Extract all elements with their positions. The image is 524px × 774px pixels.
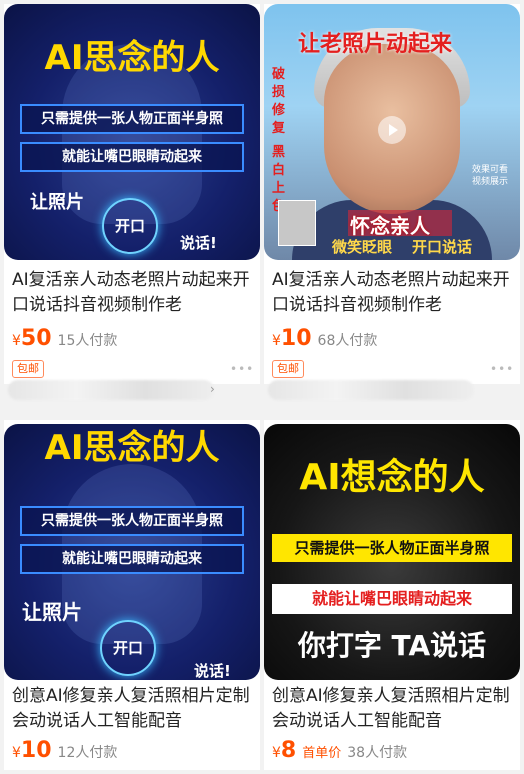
thumb-watermark: 效果可看视频展示: [472, 165, 509, 187]
product-price: 10: [280, 326, 312, 351]
product-card-4[interactable]: AI想念的人 只需提供一张人物正面半身照 就能让嘴巴眼睛动起来 你打字 TA说话…: [264, 420, 520, 770]
thumb-bottom-text: 你打字 TA说话: [297, 629, 487, 662]
product-title[interactable]: 创意AI修复亲人复活照相片定制会动说话人工智能配音: [12, 684, 256, 734]
thumb-banner-1: 只需提供一张人物正面半身照: [20, 506, 244, 536]
product-card-3[interactable]: AI思念的人 只需提供一张人物正面半身照 就能让嘴巴眼睛动起来 让照片 开口 说…: [4, 420, 260, 770]
currency-symbol: ¥: [272, 745, 281, 761]
play-icon[interactable]: [378, 116, 406, 144]
free-shipping-badge: 包邮: [272, 360, 304, 378]
thumb-banner-2: 就能让嘴巴眼睛动起来: [20, 142, 244, 172]
product-thumbnail[interactable]: AI思念的人 只需提供一张人物正面半身照 就能让嘴巴眼睛动起来 让照片 开口 说…: [4, 4, 260, 260]
thumb-headline: AI思念的人: [44, 428, 220, 468]
original-photo-inset: [278, 200, 316, 246]
first-order-tag: 首单价: [302, 746, 342, 761]
product-card-1[interactable]: AI思念的人 只需提供一张人物正面半身照 就能让嘴巴眼睛动起来 让照片 开口 说…: [4, 4, 260, 384]
product-title[interactable]: AI复活亲人动态老照片动起来开口说话抖音视频制作老: [12, 268, 256, 318]
paid-count: 38人付款: [347, 745, 408, 761]
product-price: 10: [20, 738, 52, 763]
thumb-banner-2: 就能让嘴巴眼睛动起来: [20, 544, 244, 574]
paid-count: 15人付款: [57, 333, 118, 349]
thumb-side-1: 破损修复: [272, 67, 286, 136]
ellipsis-icon[interactable]: •••: [230, 362, 254, 376]
thumb-ring: 开口: [102, 198, 158, 254]
chevron-right-icon[interactable]: ›: [210, 382, 215, 396]
product-card-2[interactable]: 让老照片动起来 破损修复 黑白上色 怀念亲人 微笑眨眼 开口说话 效果可看视频展…: [264, 4, 520, 384]
paid-count: 68人付款: [317, 333, 378, 349]
product-price: 8: [280, 738, 297, 763]
thumb-bottom-left: 微笑眨眼: [332, 238, 393, 256]
thumb-headline: 让老照片动起来: [298, 32, 453, 57]
product-thumbnail[interactable]: 让老照片动起来 破损修复 黑白上色 怀念亲人 微笑眨眼 开口说话 效果可看视频展…: [264, 4, 520, 260]
thumb-right-text: 说话!: [180, 234, 217, 252]
thumb-caption: 怀念亲人: [350, 214, 430, 238]
product-thumbnail[interactable]: AI想念的人 只需提供一张人物正面半身照 就能让嘴巴眼睛动起来 你打字 TA说话: [264, 424, 520, 680]
product-title[interactable]: 创意AI修复亲人复活照相片定制会动说话人工智能配音: [272, 684, 516, 734]
thumb-right-text: 说话!: [194, 662, 231, 680]
thumb-banner-1: 只需提供一张人物正面半身照: [272, 534, 512, 562]
thumb-headline: AI思念的人: [44, 38, 220, 78]
price-line: ¥ 10 68人付款: [272, 326, 377, 351]
thumb-bottom-right: 开口说话: [412, 238, 473, 256]
shop-info-blurred[interactable]: [268, 380, 474, 400]
product-price: 50: [20, 326, 52, 351]
shop-info-blurred[interactable]: [8, 380, 214, 400]
thumb-banner-1: 只需提供一张人物正面半身照: [20, 104, 244, 134]
price-line: ¥ 50 15人付款: [12, 326, 117, 351]
price-line: ¥ 8 首单价 38人付款: [272, 738, 407, 763]
free-shipping-badge: 包邮: [12, 360, 44, 378]
product-thumbnail[interactable]: AI思念的人 只需提供一张人物正面半身照 就能让嘴巴眼睛动起来 让照片 开口 说…: [4, 424, 260, 680]
price-line: ¥ 10 12人付款: [12, 738, 117, 763]
paid-count: 12人付款: [57, 745, 118, 761]
product-grid: AI思念的人 只需提供一张人物正面半身照 就能让嘴巴眼睛动起来 让照片 开口 说…: [0, 0, 524, 774]
thumb-headline: AI想念的人: [299, 457, 485, 498]
currency-symbol: ¥: [272, 333, 281, 349]
thumb-banner-2: 就能让嘴巴眼睛动起来: [272, 584, 512, 614]
thumb-ring: 开口: [100, 620, 156, 676]
currency-symbol: ¥: [12, 745, 21, 761]
thumb-left-text: 让照片: [30, 192, 84, 213]
currency-symbol: ¥: [12, 333, 21, 349]
ellipsis-icon[interactable]: •••: [490, 362, 514, 376]
thumb-left-text: 让照片: [22, 600, 82, 624]
product-title[interactable]: AI复活亲人动态老照片动起来开口说话抖音视频制作老: [272, 268, 516, 318]
